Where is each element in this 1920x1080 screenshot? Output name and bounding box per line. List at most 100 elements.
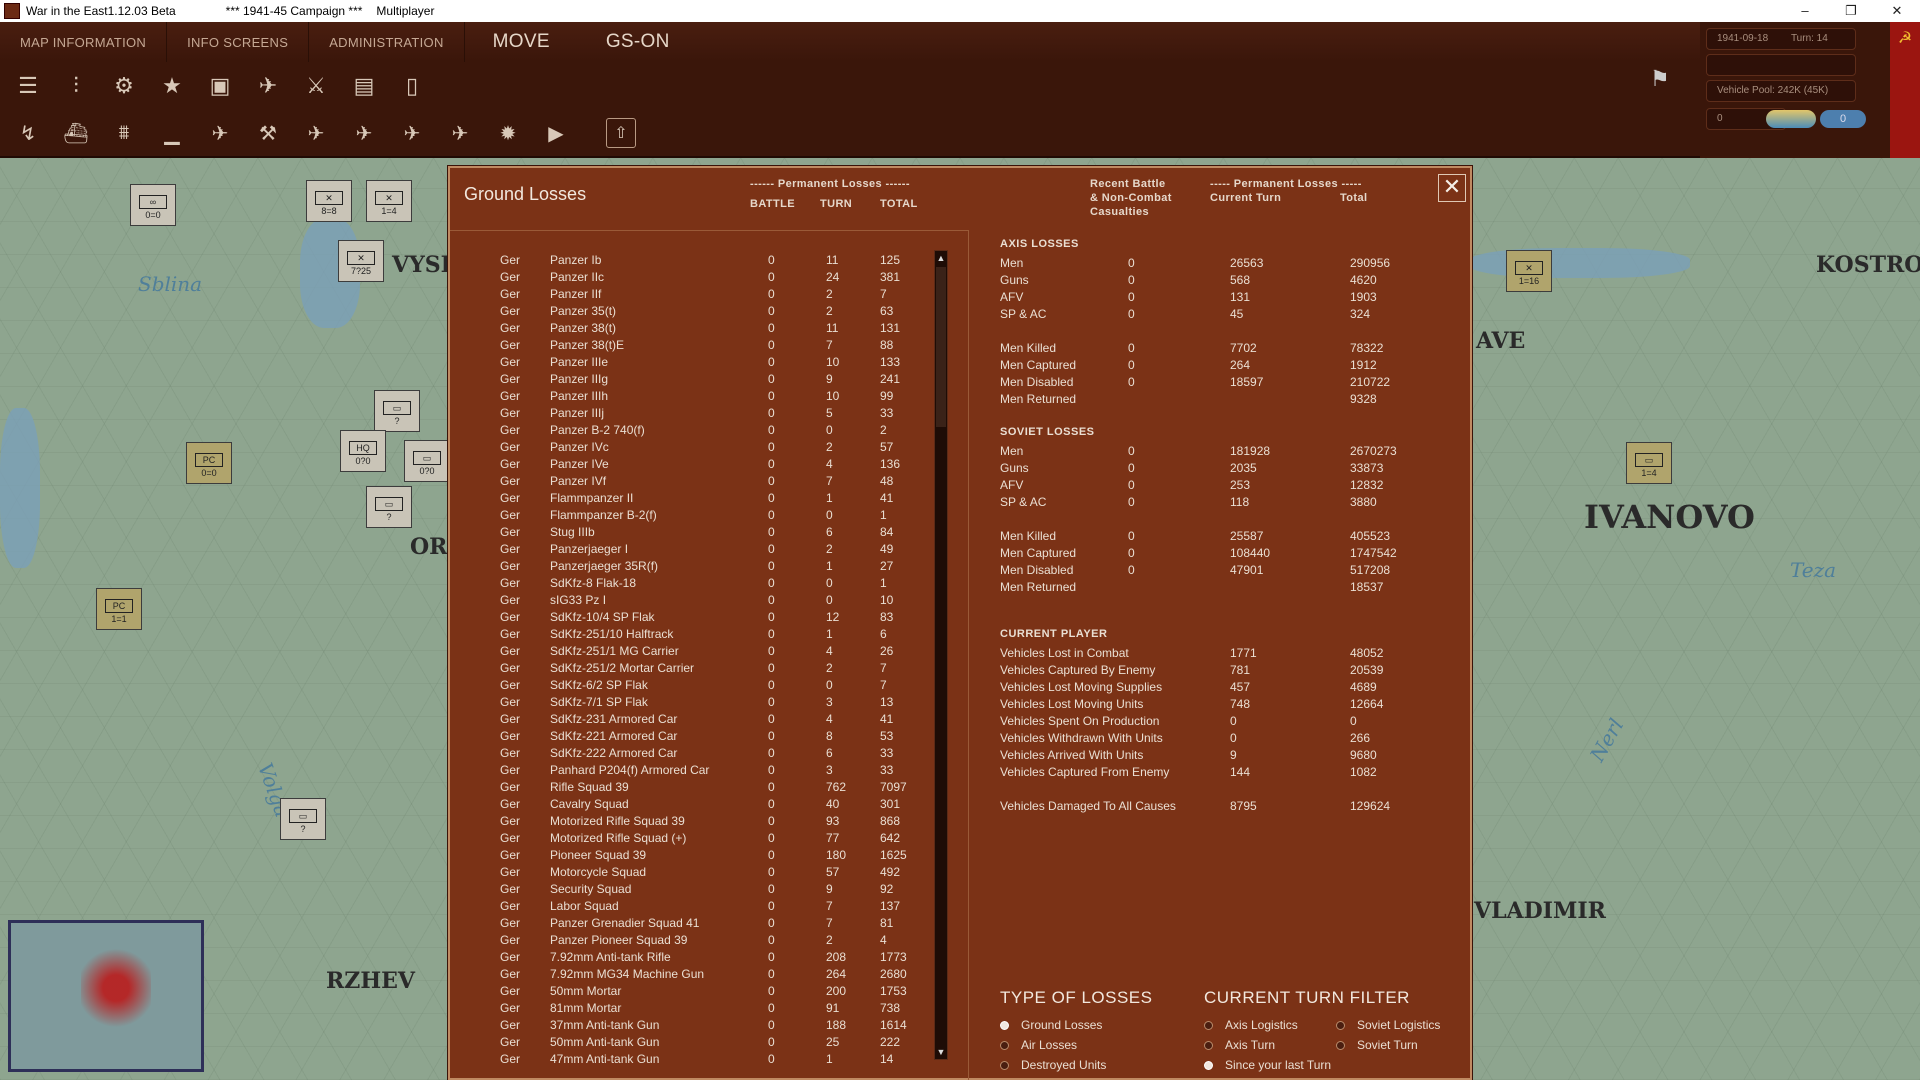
table-row[interactable]: Ger 37mm Anti-tank Gun 0 188 1614 (450, 1017, 950, 1034)
table-row[interactable]: Ger Panzerjaeger I 0 2 49 (450, 541, 950, 558)
table-row[interactable]: Ger 81mm Mortar 0 91 738 (450, 1000, 950, 1017)
table-row[interactable]: Ger 50mm Mortar 0 200 1753 (450, 983, 950, 1000)
table-row[interactable]: Ger SdKfz-6/2 SP Flak 0 0 7 (450, 677, 950, 694)
phase-move[interactable]: MOVE (465, 22, 578, 62)
gs-toggle[interactable]: GS-on (578, 22, 698, 62)
train-icon[interactable]: ▤ (344, 66, 384, 106)
table-row[interactable]: Ger Panzer IIIj 0 5 33 (450, 405, 950, 422)
table-row[interactable]: Ger SdKfz-8 Flak-18 0 0 1 (450, 575, 950, 592)
boat-icon[interactable]: ⩩ (104, 113, 144, 153)
table-row[interactable]: Ger Panzerjaeger 35R(f) 0 1 27 (450, 558, 950, 575)
sub-icon[interactable]: ▁ (152, 113, 192, 153)
gear-icon[interactable]: ⚙ (104, 66, 144, 106)
table-row[interactable]: Ger SdKfz-251/1 MG Carrier 0 4 26 (450, 643, 950, 660)
fighter-icon[interactable]: ✈ (296, 113, 336, 153)
table-row[interactable]: Ger Pioneer Squad 39 0 180 1625 (450, 847, 950, 864)
table-row[interactable]: Ger Panzer IVc 0 2 57 (450, 439, 950, 456)
unit-counter[interactable]: HQ 0?0 (340, 430, 386, 472)
unit-icon[interactable]: ↯ (8, 113, 48, 153)
bars-icon[interactable]: ⫶ (56, 66, 96, 106)
recon-icon[interactable]: ✈ (440, 113, 480, 153)
tab-map-information[interactable]: MAP INFORMATION (0, 22, 168, 62)
scroll-thumb[interactable] (936, 267, 946, 427)
table-row[interactable]: Ger 50mm Anti-tank Gun 0 25 222 (450, 1034, 950, 1051)
unit-counter[interactable]: ✕ 1=4 (366, 180, 412, 222)
turn-filter-option[interactable]: Soviet Logistics (1336, 1018, 1440, 1032)
table-row[interactable]: Ger Panzer IIIg 0 9 241 (450, 371, 950, 388)
table-row[interactable]: Ger Panzer 38(t) 0 11 131 (450, 320, 950, 337)
play-icon[interactable]: ▶ (536, 113, 576, 153)
table-row[interactable]: Ger Panzer Grenadier Squad 41 0 7 81 (450, 915, 950, 932)
table-row[interactable]: Ger Security Squad 0 9 92 (450, 881, 950, 898)
loss-type-option[interactable]: Air Losses (1000, 1038, 1077, 1052)
radio-dot[interactable] (1000, 1061, 1009, 1070)
table-row[interactable]: Ger Cavalry Squad 0 40 301 (450, 796, 950, 813)
table-row[interactable]: Ger 47mm Anti-tank Gun 0 1 14 (450, 1051, 950, 1068)
loss-type-option[interactable]: Destroyed Units (1000, 1058, 1106, 1072)
table-row[interactable]: Ger 7.92mm MG34 Machine Gun 0 264 2680 (450, 966, 950, 983)
radio-dot[interactable] (1336, 1021, 1345, 1030)
value-pill[interactable]: 0 (1820, 110, 1866, 128)
unit-counter[interactable]: ▭ 1=4 (1626, 442, 1672, 484)
table-row[interactable]: Ger Panzer IIIh 0 10 99 (450, 388, 950, 405)
table-row[interactable]: Ger Motorized Rifle Squad 39 0 93 868 (450, 813, 950, 830)
table-row[interactable]: Ger Panzer 35(t) 0 2 63 (450, 303, 950, 320)
table-row[interactable]: Ger Panzer IIIe 0 10 133 (450, 354, 950, 371)
turn-filter-option[interactable]: Since your last Turn (1204, 1058, 1331, 1072)
star-icon[interactable]: ★ (152, 66, 192, 106)
table-row[interactable]: Ger SdKfz-7/1 SP Flak 0 3 13 (450, 694, 950, 711)
table-row[interactable]: Ger Motorized Rifle Squad (+) 0 77 642 (450, 830, 950, 847)
table-row[interactable]: Ger 7.92mm Anti-tank Rifle 0 208 1773 (450, 949, 950, 966)
swords-icon[interactable]: ⚔ (296, 66, 336, 106)
table-row[interactable]: Ger SdKfz-251/2 Mortar Carrier 0 2 7 (450, 660, 950, 677)
unit-counter[interactable]: PC 1=1 (96, 588, 142, 630)
unit-counter[interactable]: ✕ 7?25 (338, 240, 384, 282)
table-row[interactable]: Ger Rifle Squad 39 0 762 7097 (450, 779, 950, 796)
flag-icon[interactable]: ⚑ (1650, 66, 1670, 92)
unit-counter[interactable]: ✕ 1=16 (1506, 250, 1552, 292)
table-row[interactable]: Ger Panzer Pioneer Squad 39 0 2 4 (450, 932, 950, 949)
minimap[interactable] (8, 920, 204, 1072)
radio-dot[interactable] (1336, 1041, 1345, 1050)
unit-counter[interactable]: PC 0=0 (186, 442, 232, 484)
table-row[interactable]: Ger Panhard P204(f) Armored Car 0 3 33 (450, 762, 950, 779)
table-row[interactable]: Ger Panzer Ib 0 11 125 (450, 252, 950, 269)
table-row[interactable]: Ger SdKfz-10/4 SP Flak 0 12 83 (450, 609, 950, 626)
table-row[interactable]: Ger Labor Squad 0 7 137 (450, 898, 950, 915)
table-row[interactable]: Ger Flammpanzer B-2(f) 0 0 1 (450, 507, 950, 524)
upload-icon[interactable]: ⇧ (606, 118, 636, 148)
unit-counter[interactable]: ∞ 0=0 (130, 184, 176, 226)
table-row[interactable]: Ger SdKfz-221 Armored Car 0 8 53 (450, 728, 950, 745)
unit-counter[interactable]: ✕ 8=8 (306, 180, 352, 222)
restore-button[interactable]: ❐ (1828, 0, 1874, 22)
losses-list[interactable]: Ger Panzer Ib 0 11 125 Ger Panzer IIc 0 24 381 Ger… (450, 252, 950, 1078)
radio-dot[interactable] (1000, 1041, 1009, 1050)
close-dialog-button[interactable]: ✕ (1438, 174, 1466, 202)
table-row[interactable]: Ger Panzer 38(t)E 0 7 88 (450, 337, 950, 354)
table-row[interactable]: Ger sIG33 Pz I 0 0 10 (450, 592, 950, 609)
table-row[interactable]: Ger SdKfz-231 Armored Car 0 4 41 (450, 711, 950, 728)
transport-icon[interactable]: ✈ (392, 113, 432, 153)
unit-counter[interactable]: ▭? (366, 486, 412, 528)
bomber-icon[interactable]: ✈ (344, 113, 384, 153)
plane-icon[interactable]: ✈ (200, 113, 240, 153)
tab-info-screens[interactable]: INFO SCREENS (167, 22, 310, 62)
table-row[interactable]: Ger Panzer IVe 0 4 136 (450, 456, 950, 473)
turn-filter-option[interactable]: Soviet Turn (1336, 1038, 1418, 1052)
radio-dot[interactable] (1204, 1061, 1213, 1070)
table-row[interactable]: Ger SdKfz-222 Armored Car 0 6 33 (450, 745, 950, 762)
unit-counter[interactable]: ▭ 0?0 (404, 440, 450, 482)
table-row[interactable]: Ger Panzer B-2 740(f) 0 0 2 (450, 422, 950, 439)
radio-dot[interactable] (1204, 1041, 1213, 1050)
table-row[interactable]: Ger Motorcycle Squad 0 57 492 (450, 864, 950, 881)
table-row[interactable]: Ger Panzer IIc 0 24 381 (450, 269, 950, 286)
close-window-button[interactable]: ✕ (1874, 0, 1920, 22)
tank-icon[interactable]: ⚒ (248, 113, 288, 153)
weather-indicator[interactable] (1766, 110, 1816, 128)
table-row[interactable]: Ger SdKfz-251/10 Halftrack 0 1 6 (450, 626, 950, 643)
turn-filter-option[interactable]: Axis Logistics (1204, 1018, 1298, 1032)
ship-icon[interactable]: ⛴ (56, 113, 96, 153)
scroll-up-icon[interactable]: ▲ (935, 251, 947, 265)
tab-administration[interactable]: ADMINISTRATION (309, 22, 465, 62)
table-row[interactable]: Ger Panzer IIf 0 2 7 (450, 286, 950, 303)
